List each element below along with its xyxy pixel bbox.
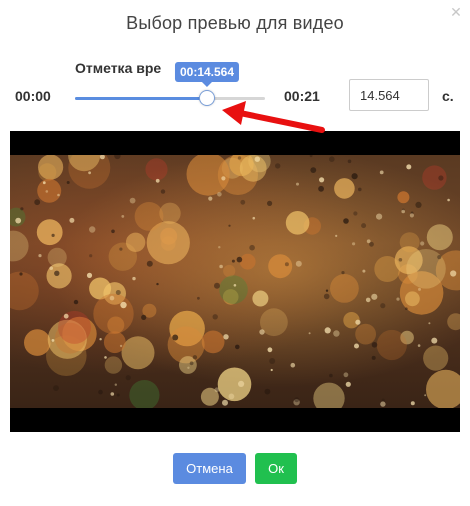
end-time: 00:21 bbox=[284, 88, 320, 104]
start-time: 00:00 bbox=[15, 88, 51, 104]
ok-button[interactable]: Ок bbox=[255, 453, 297, 484]
dialog-title: Выбор превью для видео bbox=[126, 13, 344, 33]
cancel-button[interactable]: Отмена bbox=[173, 453, 246, 484]
close-icon[interactable]: ✕ bbox=[448, 4, 464, 20]
preview-dialog: Выбор превью для видео ✕ Отметка вре 00:… bbox=[0, 0, 470, 506]
video-preview bbox=[10, 131, 460, 432]
video-frame bbox=[10, 155, 460, 408]
time-mark-label: Отметка вре bbox=[75, 60, 162, 76]
slider-track-fill bbox=[75, 97, 207, 100]
slider-tooltip: 00:14.564 bbox=[174, 62, 240, 87]
time-slider[interactable] bbox=[75, 90, 265, 106]
bokeh-image bbox=[10, 155, 460, 408]
seconds-input[interactable] bbox=[349, 79, 429, 111]
slider-thumb[interactable] bbox=[199, 90, 215, 106]
seconds-unit: с. bbox=[442, 88, 454, 104]
